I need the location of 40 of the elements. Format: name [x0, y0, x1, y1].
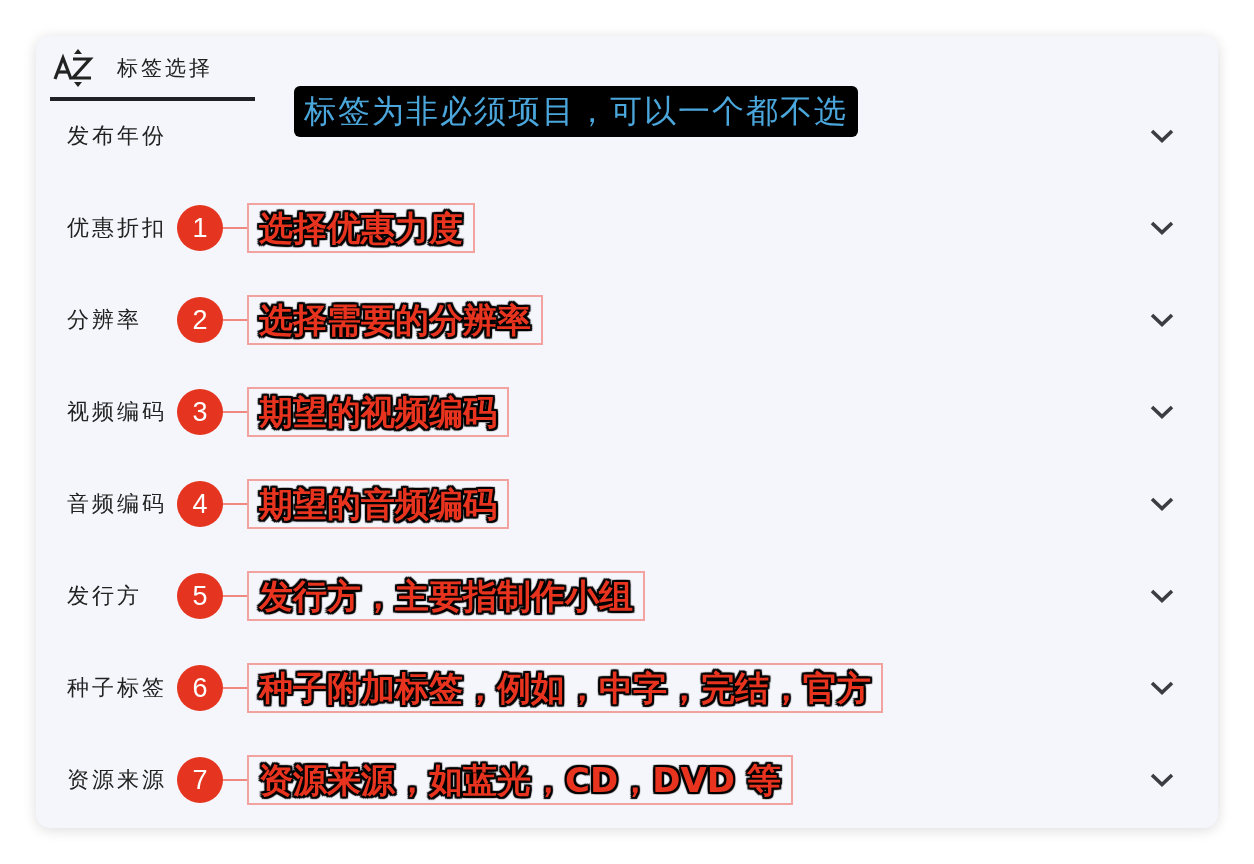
number-badge: 1 — [177, 205, 223, 251]
annotation-label: 种子附加标签，例如，中字，完结，官方 — [247, 663, 883, 713]
connector-line — [223, 779, 247, 781]
annotation-label: 选择优惠力度 — [247, 203, 475, 253]
filter-label: 种子标签 — [67, 674, 168, 702]
chevron-down-icon[interactable] — [1150, 313, 1174, 327]
number-badge: 3 — [177, 389, 223, 435]
filter-label: 资源来源 — [67, 766, 168, 794]
tab[interactable]: 标签选择 — [50, 36, 255, 101]
connector-line — [223, 687, 247, 689]
connector-line — [223, 595, 247, 597]
az-icon — [53, 48, 95, 88]
connector-line — [223, 319, 247, 321]
chevron-down-icon[interactable] — [1150, 405, 1174, 419]
filter-label: 视频编码 — [67, 398, 168, 426]
filter-label: 分辨率 — [67, 306, 143, 334]
chevron-down-icon[interactable] — [1150, 221, 1174, 235]
chevron-down-icon[interactable] — [1150, 773, 1174, 787]
number-badge: 6 — [177, 665, 223, 711]
number-badge: 7 — [177, 757, 223, 803]
annotation-label: 发行方，主要指制作小组 — [247, 571, 645, 621]
filter-label: 发布年份 — [67, 122, 168, 150]
number-badge: 5 — [177, 573, 223, 619]
connector-line — [223, 411, 247, 413]
chevron-down-icon[interactable] — [1150, 129, 1174, 143]
annotation-label: 选择需要的分辨率 — [247, 295, 543, 345]
number-badge: 2 — [177, 297, 223, 343]
chevron-down-icon[interactable] — [1150, 497, 1174, 511]
connector-line — [223, 227, 247, 229]
tooltip: 标签为非必须项目，可以一个都不选 — [294, 86, 858, 137]
filter-label: 优惠折扣 — [67, 214, 168, 242]
connector-line — [223, 503, 247, 505]
annotation-label: 期望的音频编码 — [247, 479, 509, 529]
chevron-down-icon[interactable] — [1150, 681, 1174, 695]
chevron-down-icon[interactable] — [1150, 589, 1174, 603]
annotation-label: 期望的视频编码 — [247, 387, 509, 437]
filter-label: 音频编码 — [67, 490, 168, 518]
filter-label: 发行方 — [67, 582, 143, 610]
annotation-label: 资源来源，如蓝光，CD，DVD 等 — [247, 755, 793, 805]
number-badge: 4 — [177, 481, 223, 527]
